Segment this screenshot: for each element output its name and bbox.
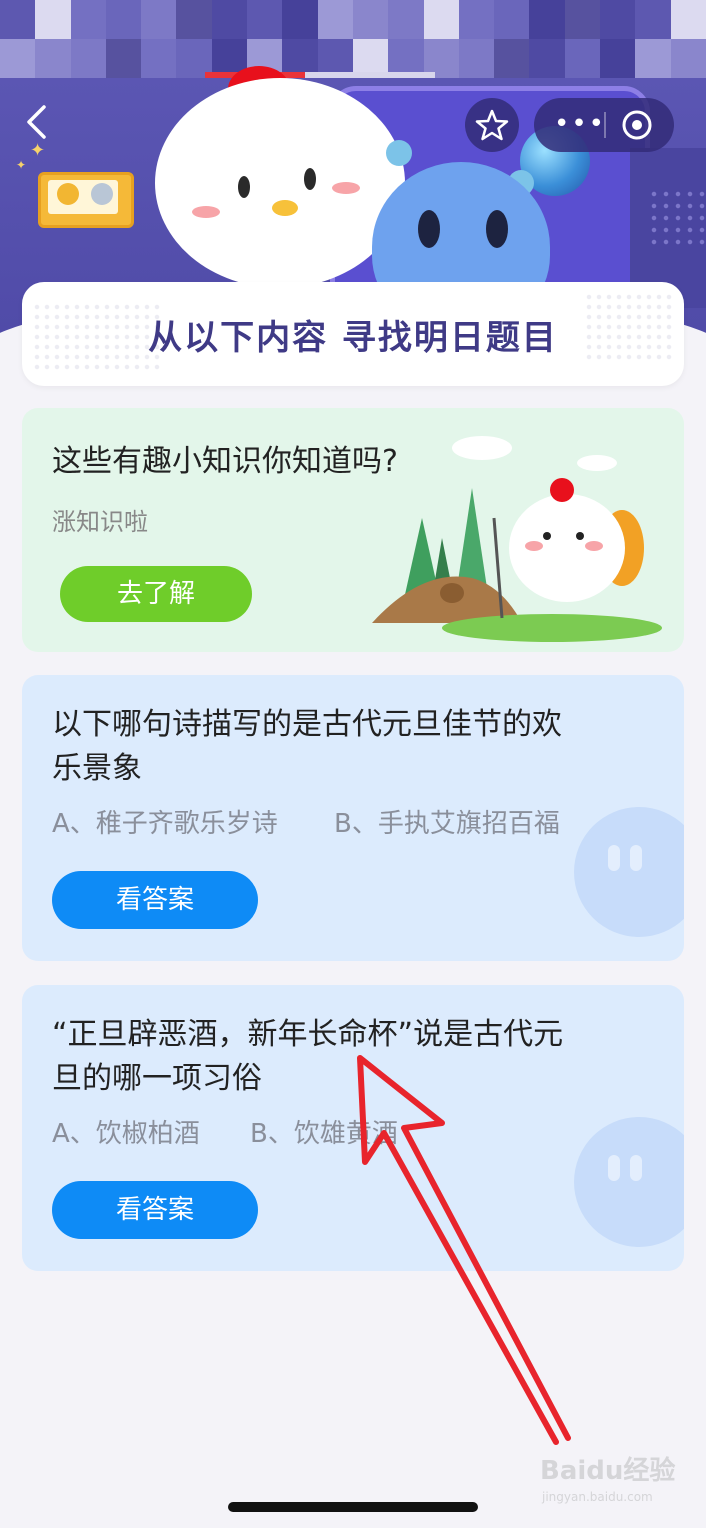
hen-eye-left: [238, 176, 250, 198]
status-bar-pixel: [105, 39, 142, 78]
silver-medal-icon: [91, 183, 113, 205]
back-button[interactable]: [24, 104, 64, 148]
status-bar-pixel: [458, 39, 495, 78]
status-bar-pixel: [388, 0, 424, 39]
section-banner: 从以下内容 寻找明日题目: [22, 282, 684, 386]
promo-subtitle: 涨知识啦: [52, 508, 148, 536]
hen-cheek-right: [332, 182, 360, 194]
hen-beak: [272, 200, 298, 216]
view-answer-button[interactable]: 看答案: [52, 871, 258, 929]
option-b: B、手执艾旗招百福: [334, 809, 560, 839]
capsule-menu: •••: [534, 98, 674, 152]
chat-bubble-icon: [574, 807, 684, 937]
question-title-line1: “正旦辟恶酒，新年长命杯”说是古代元: [52, 1017, 564, 1052]
alien-eye-left: [418, 210, 440, 248]
status-bar-pixel: [458, 0, 495, 39]
status-bar-pixel: [247, 0, 283, 39]
question-card: “正旦辟恶酒，新年长命杯”说是古代元 旦的哪一项习俗 A、饮椒柏酒 B、饮雄黄酒…: [22, 985, 684, 1271]
alien-eye-right: [486, 210, 508, 248]
status-bar-pixel: [35, 39, 71, 78]
watermark-url: jingyan.baidu.com: [542, 1490, 653, 1504]
alien-antenna-left: [386, 140, 412, 166]
status-bar-pixel: [600, 39, 636, 78]
status-bar-pixel: [564, 0, 601, 39]
more-dots-icon[interactable]: •••: [554, 111, 606, 137]
star-icon: [475, 109, 509, 141]
status-bar-pixel: [494, 39, 530, 78]
hen-mascot: [155, 78, 405, 288]
promo-title: 这些有趣小知识你知道吗?: [52, 444, 398, 479]
status-bar-pixel: [141, 0, 177, 39]
home-indicator[interactable]: [228, 1502, 478, 1512]
view-answer-button[interactable]: 看答案: [52, 1181, 258, 1239]
question-card: 以下哪句诗描写的是古代元旦佳节的欢 乐景象 A、稚子齐歌乐岁诗 B、手执艾旗招百…: [22, 675, 684, 961]
status-bar-pixel: [423, 0, 459, 39]
status-bar-pixel: [529, 39, 565, 78]
question-title-line2: 乐景象: [52, 751, 142, 786]
question-title-line1: 以下哪句诗描写的是古代元旦佳节的欢: [52, 707, 562, 742]
chevron-left-icon: [27, 105, 46, 139]
status-bar-pixel: [0, 39, 36, 78]
option-b: B、饮雄黄酒: [250, 1119, 398, 1149]
status-bar-pixel: [600, 0, 636, 39]
status-bar-pixel: [635, 39, 671, 78]
status-bar-pixel: [70, 39, 106, 78]
banner-title: 从以下内容 寻找明日题目: [148, 318, 558, 358]
status-bar-pixel: [35, 0, 71, 39]
chat-bubble-icon: [574, 1117, 684, 1247]
status-bar-pixel: [635, 0, 671, 39]
gold-medal-icon: [57, 183, 79, 205]
status-bar-pixel: [176, 0, 212, 39]
watermark: Baidu经验: [540, 1456, 676, 1486]
status-bar-pixel: [105, 0, 142, 39]
status-bar-pixel: [564, 39, 601, 78]
status-bar-pixel: [211, 0, 248, 39]
capsule-divider: [604, 112, 606, 138]
dots-decoration: [648, 188, 706, 248]
hiking-hen-illustration: [372, 436, 662, 642]
status-bar-pixel: [494, 0, 530, 39]
blurred-status-bar: [0, 0, 706, 78]
medal-board-icon[interactable]: [38, 172, 134, 228]
favorite-button[interactable]: [465, 98, 519, 152]
option-a: A、饮椒柏酒: [52, 1119, 200, 1149]
option-a: A、稚子齐歌乐岁诗: [52, 809, 278, 839]
question-title-line2: 旦的哪一项习俗: [52, 1061, 262, 1096]
status-bar-pixel: [529, 0, 565, 39]
learn-more-button[interactable]: 去了解: [60, 566, 252, 622]
status-bar-pixel: [141, 39, 177, 78]
target-circle-icon[interactable]: [620, 108, 654, 142]
hen-cheek-left: [192, 206, 220, 218]
status-bar-pixel: [670, 0, 706, 39]
status-bar-pixel: [70, 0, 106, 39]
sparkle-icon: ✦: [16, 158, 27, 172]
knowledge-promo-card[interactable]: 这些有趣小知识你知道吗? 涨知识啦 去了解: [22, 408, 684, 652]
status-bar-pixel: [352, 0, 389, 39]
hen-eye-right: [304, 168, 316, 190]
status-bar-pixel: [282, 0, 318, 39]
status-bar-pixel: [0, 0, 36, 39]
status-bar-pixel: [670, 39, 706, 78]
status-bar-pixel: [317, 0, 353, 39]
